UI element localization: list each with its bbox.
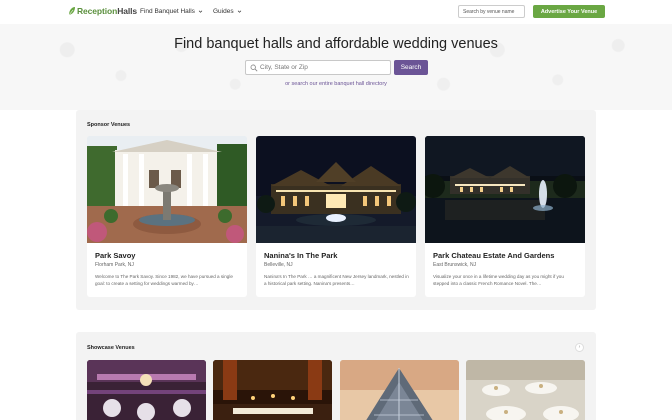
venue-description: Nanina's In The Park … a magnificent New…	[264, 274, 409, 286]
top-navigation-bar: ReceptionHalls Find Banquet Halls Guides…	[0, 0, 672, 24]
leaf-logo-icon	[68, 7, 75, 16]
showcase-venue-photo[interactable]	[466, 360, 585, 420]
venue-name[interactable]: Nanina's In The Park	[264, 251, 337, 260]
chevron-down-icon	[198, 10, 203, 13]
venue-card[interactable]: Park Savoy Florham Park, NJ Welcome to T…	[87, 136, 247, 297]
nav-find-label: Find Banquet Halls	[140, 8, 195, 15]
showcase-venue-photo[interactable]	[213, 360, 332, 420]
venue-card[interactable]: Nanina's In The Park Belleville, NJ Nani…	[256, 136, 416, 297]
venue-name-search-input[interactable]	[458, 5, 525, 18]
venue-name[interactable]: Park Savoy	[95, 251, 135, 260]
nav-guides[interactable]: Guides	[213, 8, 242, 15]
search-icon	[250, 64, 258, 72]
hero-section: Find banquet halls and affordable weddin…	[0, 24, 672, 110]
venue-description: Visualize your once in a lifetime weddin…	[433, 274, 564, 286]
advertise-venue-button[interactable]: Advertise Your Venue	[533, 5, 605, 18]
venue-photo	[256, 136, 416, 243]
nav-find-banquet-halls[interactable]: Find Banquet Halls	[140, 8, 203, 15]
venue-location: Florham Park, NJ	[95, 262, 134, 268]
showcase-venue-photo[interactable]	[87, 360, 206, 420]
venue-photo	[87, 136, 247, 243]
section-title: Sponsor Venues	[87, 122, 131, 128]
location-search-box[interactable]	[245, 60, 391, 75]
section-title: Showcase Venues	[87, 345, 135, 351]
logo-text: ReceptionHalls	[77, 6, 138, 16]
showcase-venue-photo[interactable]	[340, 360, 459, 420]
venue-description: Welcome to The Park Savoy. Since 1982, w…	[95, 274, 233, 286]
carousel-next-button[interactable]: ›	[575, 343, 584, 352]
venue-location: Belleville, NJ	[264, 262, 293, 268]
venue-location: East Brunswick, NJ	[433, 262, 477, 268]
venue-card[interactable]: Park Chateau Estate And Gardens East Bru…	[425, 136, 585, 297]
sponsor-venues-section: Sponsor Venues Park Savoy Florham Park, …	[76, 110, 596, 310]
logo[interactable]: ReceptionHalls	[68, 6, 137, 16]
venue-photo	[425, 136, 585, 243]
venue-name[interactable]: Park Chateau Estate And Gardens	[433, 251, 554, 260]
showcase-venues-section: Showcase Venues ›	[76, 332, 596, 420]
nav-guides-label: Guides	[213, 8, 234, 15]
chevron-down-icon	[237, 10, 241, 13]
hero-title: Find banquet halls and affordable weddin…	[174, 36, 498, 52]
search-button[interactable]: Search	[394, 60, 428, 75]
location-search-input[interactable]	[260, 62, 388, 73]
directory-link[interactable]: or search our entire banquet hall direct…	[0, 81, 672, 87]
